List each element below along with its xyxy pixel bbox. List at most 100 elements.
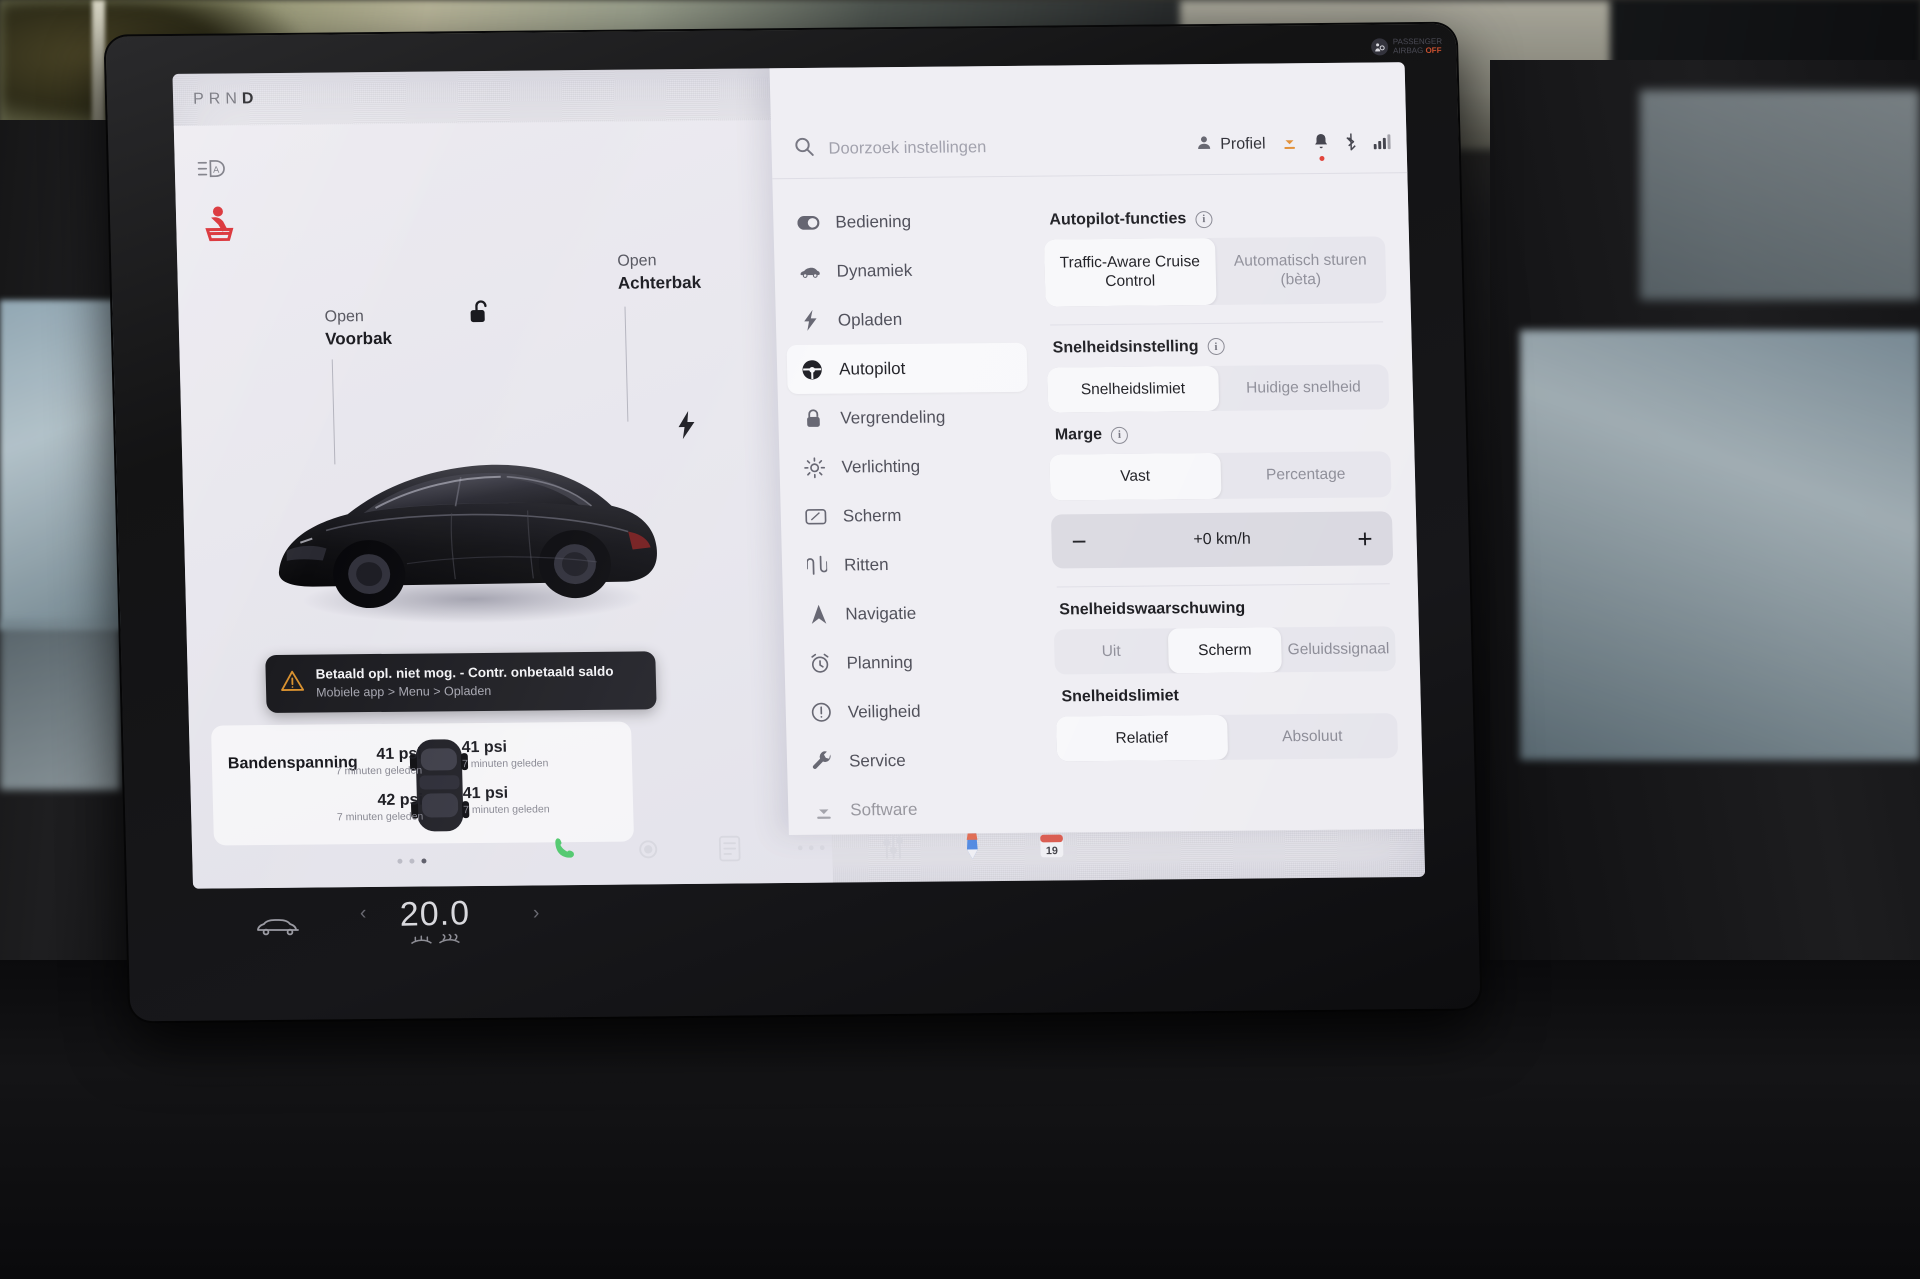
sidebar-item-dynamiek[interactable]: Dynamiek — [784, 245, 1025, 296]
sidebar-item-opladen[interactable]: Opladen — [785, 294, 1026, 345]
sidebar-item-autopilot[interactable]: Autopilot — [786, 342, 1028, 395]
notification-subtitle: Mobiele app > Menu > Opladen — [315, 683, 492, 700]
stepper-increase-button[interactable]: + — [1357, 523, 1373, 553]
front-trunk-action: Open — [324, 308, 365, 326]
airbag-person-icon — [1370, 38, 1389, 56]
stepper-decrease-button[interactable]: − — [1071, 526, 1087, 556]
speaker-volume-icon[interactable] — [1125, 882, 1156, 889]
exclamation-circle-icon — [810, 702, 833, 723]
settings-profile-button[interactable]: Profiel — [1195, 133, 1266, 156]
climate-increase-chevron[interactable]: › — [533, 903, 539, 925]
sun-brightness-icon — [803, 456, 826, 478]
speed-offset-stepper[interactable]: − +0 km/h + — [1050, 510, 1394, 569]
sidebar-label: Service — [848, 750, 906, 770]
navigation-arrow-icon — [807, 604, 830, 624]
sidebar-item-scherm[interactable]: Scherm — [790, 490, 1031, 541]
tire-front-left-age: 7 minuten geleden — [335, 764, 423, 778]
climate-decrease-chevron[interactable]: ‹ — [360, 903, 366, 925]
info-icon[interactable]: i — [1195, 210, 1213, 228]
gear-indicator[interactable]: PRND — [193, 90, 259, 109]
info-icon[interactable]: i — [1207, 338, 1225, 356]
section-marge: Marge i Vast Percentage − +0 km/h + — [1049, 423, 1394, 569]
notes-list-icon[interactable] — [717, 834, 743, 867]
segment-option[interactable]: Scherm — [1167, 626, 1283, 674]
phone-icon[interactable] — [551, 836, 580, 869]
segment-option[interactable]: Relatief — [1055, 714, 1228, 762]
segment-option[interactable]: Automatisch sturen (bèta) — [1214, 236, 1386, 304]
tire-rear-left-value: 42 psi — [377, 791, 424, 809]
section-divider — [1056, 582, 1390, 587]
car-front-icon[interactable] — [255, 915, 301, 942]
wrench-icon — [811, 751, 834, 772]
airbag-badge-text: PASSENGER AIRBAG OFF — [1392, 36, 1443, 55]
unlocked-padlock-icon[interactable] — [468, 298, 495, 331]
search-icon — [793, 136, 815, 162]
segmented-control-snelheidsinstelling[interactable]: Snelheidslimiet Huidige snelheid — [1047, 364, 1390, 413]
settings-sidebar[interactable]: Bediening Dynamiek Opladen Autopilot Ver… — [783, 186, 1039, 835]
tire-front-right-value: 41 psi — [461, 738, 508, 757]
pencil-marker-icon[interactable] — [960, 831, 985, 866]
segment-option[interactable]: Percentage — [1220, 451, 1392, 498]
sidebar-item-navigatie[interactable]: Navigatie — [793, 588, 1034, 639]
center-touchscreen-bezel: PASSENGER AIRBAG OFF PRND 210 km — [105, 23, 1481, 1022]
sidebar-item-ritten[interactable]: Ritten — [791, 539, 1032, 590]
windshield-defrost-icons[interactable] — [400, 931, 471, 950]
rear-trunk-target: Achterbak — [617, 272, 702, 293]
sidebar-item-service[interactable]: Service — [796, 735, 1037, 786]
sidebar-label: Dynamiek — [836, 260, 913, 281]
section-title: Snelheidsinstelling — [1052, 337, 1199, 357]
settings-profile-label: Profiel — [1219, 135, 1266, 153]
segmented-control-marge[interactable]: Vast Percentage — [1049, 451, 1392, 501]
search-input[interactable]: Doorzoek instellingen — [828, 138, 986, 159]
section-snelheidswaarschuwing: Snelheidswaarschuwing Uit Scherm Geluids… — [1053, 598, 1396, 675]
bell-icon — [1313, 133, 1328, 154]
sliders-icon[interactable] — [880, 832, 907, 865]
segment-option[interactable]: Vast — [1049, 453, 1222, 501]
segmented-control-snelheidswaarschuwing[interactable]: Uit Scherm Geluidssignaal — [1053, 625, 1396, 675]
stepper-value: +0 km/h — [1193, 530, 1251, 548]
settings-panel[interactable]: Doorzoek instellingen Profiel Bediening … — [769, 62, 1424, 836]
cellular-signal-icon[interactable] — [1373, 132, 1393, 155]
sidebar-item-veiligheid[interactable]: Veiligheid — [795, 686, 1036, 737]
climate-temperature-display[interactable]: 20.0 — [399, 894, 470, 950]
settings-content[interactable]: Autopilot-functies i Traffic-Aware Cruis… — [1031, 182, 1410, 832]
sidebar-label: Autopilot — [838, 358, 906, 379]
segment-option[interactable]: Absoluut — [1227, 713, 1399, 760]
sidebar-item-planning[interactable]: Planning — [794, 637, 1035, 688]
notifications-bell-button[interactable] — [1313, 133, 1329, 161]
segmented-control-snelheidslimiet[interactable]: Relatief Absoluut — [1055, 713, 1399, 762]
notification-toast[interactable]: Betaald opl. niet mog. - Contr. onbetaal… — [265, 651, 657, 714]
bluetooth-icon[interactable] — [1344, 132, 1358, 155]
segmented-control-autopilot-functies[interactable]: Traffic-Aware Cruise Control Automatisch… — [1043, 236, 1387, 307]
app-launcher-bar[interactable]: 19 — [191, 811, 1425, 889]
segment-option[interactable]: Huidige snelheid — [1218, 364, 1390, 411]
sidebar-label: Veiligheid — [847, 701, 921, 721]
front-trunk-callout[interactable]: Open Voorbak — [324, 307, 392, 351]
touchscreen-display[interactable]: PRND 210 km — [172, 62, 1426, 889]
section-snelheidslimiet: Snelheidslimiet Relatief Absoluut — [1055, 685, 1399, 762]
sidebar-item-verlichting[interactable]: Verlichting — [789, 441, 1030, 492]
charge-port-bolt-icon[interactable] — [676, 411, 697, 444]
segment-option[interactable]: Traffic-Aware Cruise Control — [1043, 237, 1217, 307]
more-dots-icon[interactable] — [796, 841, 826, 859]
segment-option[interactable]: Geluidssignaal — [1281, 626, 1396, 672]
padlock-icon — [802, 408, 825, 429]
settings-search-row[interactable]: Doorzoek instellingen Profiel — [771, 114, 1408, 178]
sidebar-label: Scherm — [842, 505, 902, 526]
calendar-icon[interactable]: 19 — [1038, 831, 1066, 864]
rear-trunk-callout[interactable]: Open Achterbak — [617, 251, 701, 295]
segment-option[interactable]: Snelheidslimiet — [1047, 365, 1219, 413]
sidebar-item-vergrendeling[interactable]: Vergrendeling — [788, 392, 1029, 443]
section-snelheidsinstelling: Snelheidsinstelling i Snelheidslimiet Hu… — [1046, 336, 1390, 413]
software-download-icon[interactable] — [1281, 133, 1298, 156]
sidebar-item-bediening[interactable]: Bediening — [783, 196, 1024, 247]
segment-option[interactable]: Uit — [1054, 628, 1169, 674]
tire-rear-left: 42 psi 7 minuten geleden — [331, 792, 424, 824]
camera-dashcam-icon[interactable] — [633, 835, 664, 868]
vehicle-view-pane[interactable]: A Open Voorbak Open Achterbak Betaald op… — [173, 119, 834, 889]
info-icon[interactable]: i — [1110, 426, 1129, 444]
vehicle-3d-render[interactable] — [252, 371, 679, 635]
sidebar-label: Vergrendeling — [840, 407, 946, 428]
tire-front-left-value: 41 psi — [376, 745, 422, 763]
sidebar-label: Bediening — [835, 211, 912, 232]
